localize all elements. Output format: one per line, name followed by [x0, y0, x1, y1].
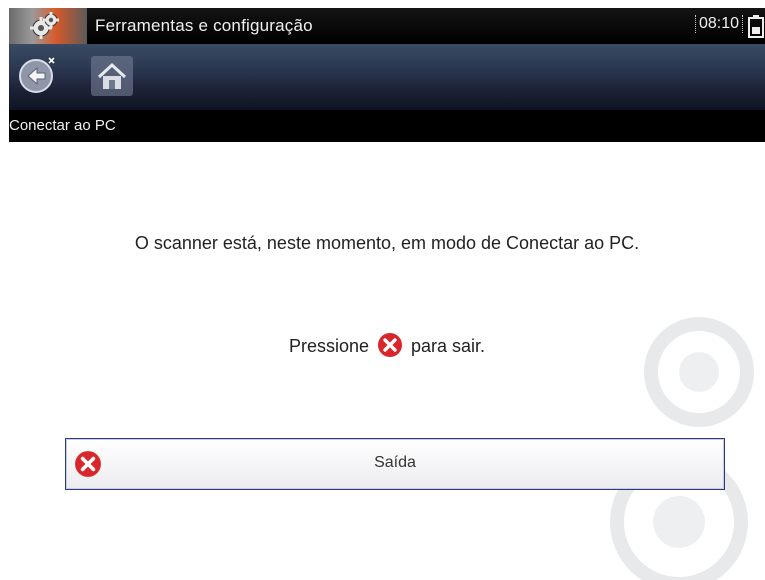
- window-title: Ferramentas e configuração: [95, 16, 313, 35]
- main-content: O scanner está, neste momento, em modo d…: [9, 142, 765, 580]
- section-header: Conectar ao PC: [9, 110, 765, 142]
- home-icon: [91, 56, 133, 96]
- exit-button[interactable]: Saída: [65, 438, 725, 490]
- section-title: Conectar ao PC: [9, 117, 116, 134]
- back-icon: [19, 57, 55, 93]
- status-message: O scanner está, neste momento, em modo d…: [134, 233, 640, 253]
- back-button[interactable]: [15, 52, 61, 98]
- exit-instruction: Pressione para sair.: [9, 333, 765, 360]
- home-button[interactable]: [89, 52, 135, 98]
- gear-settings-icon: [9, 8, 87, 44]
- close-circle-icon: [378, 333, 402, 357]
- title-bar: Ferramentas e configuração 08:10: [9, 8, 765, 44]
- screen: Ferramentas e configuração 08:10 Conecta…: [9, 8, 765, 580]
- instruction-suffix: para sair.: [411, 335, 486, 356]
- battery-icon: [747, 14, 765, 38]
- toolbar: [9, 44, 765, 110]
- clock: 08:10: [694, 15, 743, 33]
- exit-button-label: Saída: [374, 454, 416, 471]
- instruction-prefix: Pressione: [288, 335, 369, 356]
